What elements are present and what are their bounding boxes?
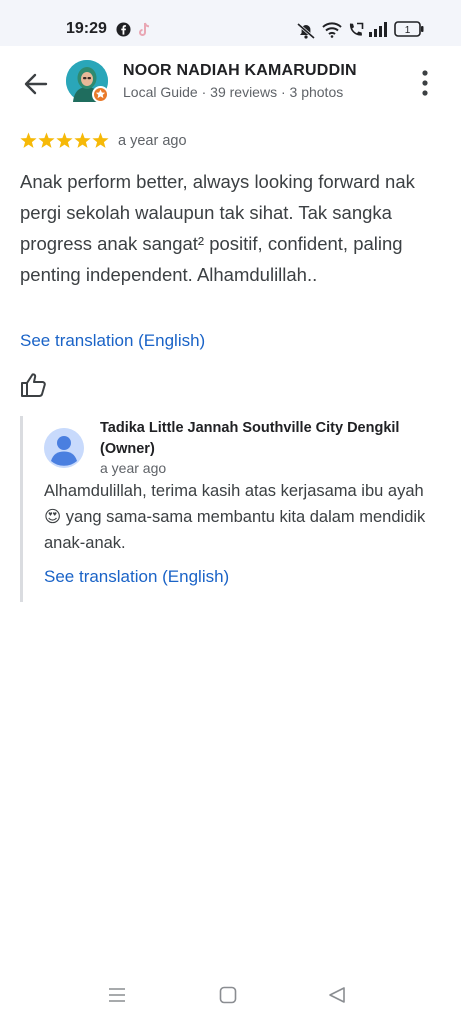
home-button[interactable] xyxy=(219,986,237,1009)
star-icon xyxy=(20,132,37,148)
arrow-back-icon xyxy=(24,73,48,95)
recent-apps-button[interactable] xyxy=(108,986,126,1009)
like-button[interactable] xyxy=(20,372,48,398)
owner-see-translation-link[interactable]: See translation (English) xyxy=(44,567,229,587)
status-time: 19:29 xyxy=(66,20,107,37)
mute-icon xyxy=(296,22,316,45)
tiktok-icon xyxy=(138,22,152,43)
signal-icon xyxy=(369,22,389,42)
star-rating xyxy=(20,132,109,148)
reviewer-name[interactable]: NOOR NADIAH KAMARUDDIN xyxy=(123,62,357,80)
system-back-button[interactable] xyxy=(328,986,346,1009)
star-icon xyxy=(56,132,73,148)
wifi-icon xyxy=(322,22,342,43)
back-button[interactable] xyxy=(20,68,52,100)
home-square-icon xyxy=(219,986,237,1004)
owner-name: Tadika Little Jannah Southville City Den… xyxy=(100,420,400,457)
see-translation-link[interactable]: See translation (English) xyxy=(20,331,205,351)
owner-avatar xyxy=(44,428,84,468)
back-triangle-icon xyxy=(329,987,345,1003)
call-icon xyxy=(347,22,364,44)
review-text: Anak perform better, always looking forw… xyxy=(20,171,415,285)
more-vert-icon xyxy=(422,70,428,96)
stars-group xyxy=(20,132,109,148)
review-header: NOOR NADIAH KAMARUDDIN Local Guide · 39 … xyxy=(0,46,461,120)
thumbs-up-icon xyxy=(21,373,46,397)
reviewer-meta: Local Guide · 39 reviews · 3 photos xyxy=(123,84,344,100)
menu-lines-icon xyxy=(109,988,125,1002)
review-date: a year ago xyxy=(118,133,187,149)
status-bar: 19:29 1 xyxy=(0,0,461,46)
star-icon xyxy=(74,132,91,148)
star-icon xyxy=(38,132,55,148)
battery-icon: 1 xyxy=(394,21,424,42)
owner-reply: Tadika Little Jannah Southville City Den… xyxy=(20,416,440,602)
star-icon xyxy=(92,132,109,148)
local-guide-badge xyxy=(92,86,109,103)
default-profile-icon xyxy=(44,428,84,468)
owner-reply-date: a year ago xyxy=(100,460,167,476)
reply-divider xyxy=(20,416,23,602)
more-options-button[interactable] xyxy=(414,68,436,98)
star-badge-icon xyxy=(95,89,106,99)
facebook-icon xyxy=(116,22,131,42)
battery-level-text: 1 xyxy=(405,25,411,36)
owner-reply-text: Alhamdulillah, terima kasih atas kerjasa… xyxy=(44,482,426,552)
system-nav-bar xyxy=(0,970,461,1024)
